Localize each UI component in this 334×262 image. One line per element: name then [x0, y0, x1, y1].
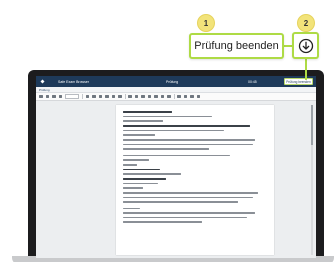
cut-icon[interactable]	[52, 94, 56, 99]
timer-text: 00:45	[248, 79, 257, 84]
callout-connector	[305, 59, 307, 80]
app-title: Safe Exam Browser	[58, 79, 89, 84]
align-center-icon[interactable]	[134, 94, 138, 99]
italic-icon[interactable]	[92, 94, 96, 99]
end-exam-button[interactable]: Prüfung beenden	[284, 78, 313, 85]
outdent-icon[interactable]	[167, 94, 171, 99]
text-line	[123, 177, 167, 180]
bullet-list-icon[interactable]	[147, 94, 151, 99]
link-icon[interactable]	[177, 94, 181, 99]
text-line	[123, 163, 138, 166]
text-line	[123, 138, 256, 141]
indent-icon[interactable]	[160, 94, 164, 99]
text-line	[123, 212, 256, 214]
text-line	[123, 196, 253, 199]
redo-icon[interactable]	[45, 94, 49, 99]
text-line	[123, 168, 161, 171]
special-char-icon[interactable]	[196, 94, 200, 99]
text-line	[123, 120, 164, 122]
step-badge-1: 1	[197, 14, 215, 32]
editor-toolbar	[36, 93, 316, 101]
copy-icon[interactable]	[58, 94, 62, 99]
arrow-down-circle-icon	[298, 38, 313, 53]
app-logo-icon	[39, 78, 46, 85]
end-exam-callout: Prüfung beenden	[189, 33, 284, 59]
text-line	[123, 129, 224, 132]
text-line	[123, 143, 253, 146]
document-area	[36, 101, 316, 258]
text-line	[123, 201, 239, 203]
vertical-scrollbar[interactable]	[311, 105, 313, 255]
document-page[interactable]	[116, 105, 274, 255]
text-line	[123, 124, 250, 127]
text-line	[123, 134, 155, 136]
text-line	[123, 207, 141, 210]
stage: Safe Exam Browser Prüfung 00:45 Prüfung …	[0, 0, 334, 262]
toolbar-divider	[124, 94, 125, 99]
text-line	[123, 173, 181, 175]
text-line	[123, 191, 259, 194]
app-title-bar: Safe Exam Browser Prüfung 00:45 Prüfung …	[36, 76, 316, 87]
numbered-list-icon[interactable]	[154, 94, 158, 99]
strikethrough-icon[interactable]	[105, 94, 109, 99]
text-line	[123, 216, 247, 219]
bold-icon[interactable]	[85, 94, 89, 99]
text-line	[123, 182, 158, 185]
underline-icon[interactable]	[98, 94, 102, 99]
exam-title: Prüfung	[166, 79, 179, 84]
sub-header-label: Prüfung	[39, 87, 50, 92]
subscript-icon[interactable]	[111, 94, 115, 99]
toolbar-divider	[173, 94, 174, 99]
text-line	[123, 154, 230, 157]
text-line	[123, 148, 210, 150]
laptop-screen: Safe Exam Browser Prüfung 00:45 Prüfung …	[36, 76, 316, 258]
image-icon[interactable]	[183, 94, 187, 99]
paragraph-style-select[interactable]	[65, 94, 79, 99]
align-right-icon[interactable]	[141, 94, 145, 99]
text-line	[123, 221, 203, 224]
undo-icon[interactable]	[39, 94, 43, 99]
superscript-icon[interactable]	[118, 94, 122, 99]
table-icon[interactable]	[190, 94, 194, 99]
text-line	[123, 159, 149, 161]
align-left-icon[interactable]	[128, 94, 132, 99]
toolbar-divider	[82, 94, 83, 99]
step-badge-2: 2	[297, 14, 315, 32]
text-line	[123, 115, 213, 118]
end-exam-callout-label: Prüfung beenden	[194, 40, 279, 52]
text-line	[123, 111, 172, 113]
text-line	[123, 187, 144, 189]
callout-connector	[283, 45, 292, 47]
scrollbar-thumb[interactable]	[311, 105, 313, 145]
download-callout	[292, 32, 319, 59]
